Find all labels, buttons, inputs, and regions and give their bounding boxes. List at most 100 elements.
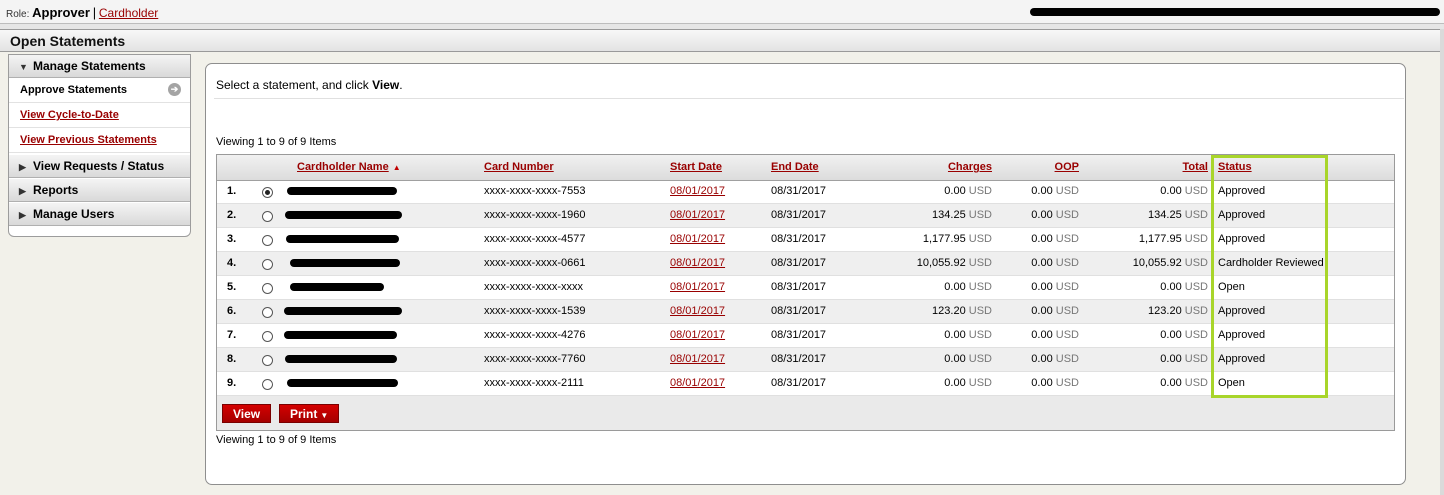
charges-value: 134.25	[932, 209, 966, 221]
row-select-radio[interactable]	[262, 283, 273, 294]
column-header-card-number[interactable]: Card Number	[484, 161, 554, 173]
start-date-link[interactable]: 08/01/2017	[670, 185, 725, 197]
end-date: 08/31/2017	[771, 257, 827, 269]
start-date-link[interactable]: 08/01/2017	[670, 353, 725, 365]
currency-label: USD	[1055, 305, 1079, 317]
row-select-radio[interactable]	[262, 235, 273, 246]
table-row[interactable]: 3. xxxx-xxxx-xxxx-4577 08/01/2017 08/31/201…	[217, 228, 1394, 252]
table-row[interactable]: 4. xxxx-xxxx-xxxx-0661 08/01/2017 08/31/201…	[217, 252, 1394, 276]
column-header-total[interactable]: Total	[1117, 161, 1208, 173]
total-cell: 0.00 USD	[1097, 377, 1208, 389]
redacted-cardholder-name	[290, 259, 400, 267]
sidebar-item-label[interactable]: View Cycle-to-Date	[20, 109, 119, 121]
table-row[interactable]: 6. xxxx-xxxx-xxxx-1539 08/01/2017 08/31/201…	[217, 300, 1394, 324]
sidebar-section-view-requests-status[interactable]: ▶ View Requests / Status	[9, 155, 190, 178]
total-value: 0.00	[1160, 329, 1182, 341]
charges-value: 0.00	[944, 185, 966, 197]
currency-label: USD	[968, 233, 992, 245]
sidebar-item-view-cycle-to-date[interactable]: View Cycle-to-Date	[9, 103, 190, 128]
table-row[interactable]: 1. xxxx-xxxx-xxxx-7553 08/01/2017 08/31/201…	[217, 180, 1394, 204]
column-header-charges[interactable]: Charges	[917, 161, 992, 173]
collapsed-triangle-icon: ▶	[19, 186, 26, 196]
view-button[interactable]: View	[222, 404, 272, 423]
instruction-suffix: .	[399, 78, 403, 92]
row-select-radio[interactable]	[262, 355, 273, 366]
currency-label: USD	[968, 209, 992, 221]
table-row[interactable]: 9. xxxx-xxxx-xxxx-2111 08/01/2017 08/31/201…	[217, 372, 1394, 396]
sidebar-section-manage-users[interactable]: ▶ Manage Users	[9, 203, 190, 226]
role-bar: Role: Approver | Cardholder	[0, 0, 1444, 24]
oop-value: 0.00	[1031, 257, 1053, 269]
instruction-text: Select a statement, and click View.	[216, 78, 403, 92]
currency-label: USD	[1184, 209, 1208, 221]
total-value: 134.25	[1148, 209, 1182, 221]
column-header-oop[interactable]: OOP	[1017, 161, 1079, 173]
oop-value: 0.00	[1031, 185, 1053, 197]
row-select-radio[interactable]	[262, 259, 273, 270]
row-number: 6.	[227, 305, 237, 317]
total-value: 123.20	[1148, 305, 1182, 317]
row-number: 7.	[227, 329, 237, 341]
total-cell: 0.00 USD	[1097, 185, 1208, 197]
table-actions: View Print ▼	[217, 396, 1394, 430]
row-number: 2.	[227, 209, 237, 221]
row-number: 5.	[227, 281, 237, 293]
end-date: 08/31/2017	[771, 305, 827, 317]
card-number: xxxx-xxxx-xxxx-4276	[484, 329, 586, 341]
row-select-radio[interactable]	[262, 331, 273, 342]
table-row[interactable]: 5. xxxx-xxxx-xxxx-xxxx 08/01/2017 08/31/201…	[217, 276, 1394, 300]
card-number: xxxx-xxxx-xxxx-7553	[484, 185, 586, 197]
charges-cell: 0.00 USD	[897, 281, 992, 293]
start-date-link[interactable]: 08/01/2017	[670, 281, 725, 293]
oop-cell: 0.00 USD	[1007, 257, 1079, 269]
redacted-cardholder-name	[290, 283, 384, 291]
scrollbar[interactable]	[1440, 29, 1444, 495]
column-header-status[interactable]: Status	[1218, 161, 1252, 173]
row-select-radio[interactable]	[262, 211, 273, 222]
start-date-link[interactable]: 08/01/2017	[670, 209, 725, 221]
sidebar-item-view-previous-statements[interactable]: View Previous Statements	[9, 128, 190, 153]
print-button-label: Print	[290, 407, 318, 421]
total-value: 1,177.95	[1138, 233, 1182, 245]
table-row[interactable]: 8. xxxx-xxxx-xxxx-7760 08/01/2017 08/31/201…	[217, 348, 1394, 372]
end-date: 08/31/2017	[771, 185, 827, 197]
column-header-end-date[interactable]: End Date	[771, 161, 819, 173]
redacted-cardholder-name	[285, 355, 397, 363]
start-date-link[interactable]: 08/01/2017	[670, 377, 725, 389]
currency-label: USD	[1055, 329, 1079, 341]
sort-ascending-icon: ▲	[392, 163, 401, 172]
start-date-link[interactable]: 08/01/2017	[670, 305, 725, 317]
row-select-radio[interactable]	[262, 379, 273, 390]
charges-cell: 134.25 USD	[897, 209, 992, 221]
sidebar-item-approve-statements[interactable]: Approve Statements ➔	[9, 78, 190, 103]
currency-label: USD	[968, 353, 992, 365]
total-value: 0.00	[1160, 185, 1182, 197]
sidebar-section-manage-statements[interactable]: ▼ Manage Statements	[9, 55, 190, 78]
table-row[interactable]: 7. xxxx-xxxx-xxxx-4276 08/01/2017 08/31/201…	[217, 324, 1394, 348]
oop-value: 0.00	[1031, 353, 1053, 365]
column-header-start-date[interactable]: Start Date	[670, 161, 722, 173]
status-value: Open	[1218, 281, 1245, 293]
card-number: xxxx-xxxx-xxxx-xxxx	[484, 281, 583, 293]
end-date: 08/31/2017	[771, 233, 827, 245]
start-date-link[interactable]: 08/01/2017	[670, 329, 725, 341]
start-date-link[interactable]: 08/01/2017	[670, 257, 725, 269]
card-number: xxxx-xxxx-xxxx-1960	[484, 209, 586, 221]
sidebar-section-reports[interactable]: ▶ Reports	[9, 179, 190, 202]
currency-label: USD	[1184, 233, 1208, 245]
card-number: xxxx-xxxx-xxxx-4577	[484, 233, 586, 245]
print-button[interactable]: Print ▼	[279, 404, 340, 423]
total-value: 10,055.92	[1132, 257, 1182, 269]
sidebar-item-label[interactable]: View Previous Statements	[20, 134, 157, 146]
row-select-radio[interactable]	[262, 187, 273, 198]
sidebar: ▼ Manage Statements Approve Statements ➔ …	[8, 54, 191, 237]
start-date-link[interactable]: 08/01/2017	[670, 233, 725, 245]
arrow-right-circle-icon: ➔	[168, 83, 181, 96]
currency-label: USD	[1055, 185, 1079, 197]
row-select-radio[interactable]	[262, 307, 273, 318]
table-row[interactable]: 2. xxxx-xxxx-xxxx-1960 08/01/2017 08/31/201…	[217, 204, 1394, 228]
currency-label: USD	[1184, 281, 1208, 293]
currency-label: USD	[968, 257, 992, 269]
column-header-cardholder-name[interactable]: Cardholder Name ▲	[297, 161, 401, 173]
cardholder-role-link[interactable]: Cardholder	[99, 6, 158, 20]
